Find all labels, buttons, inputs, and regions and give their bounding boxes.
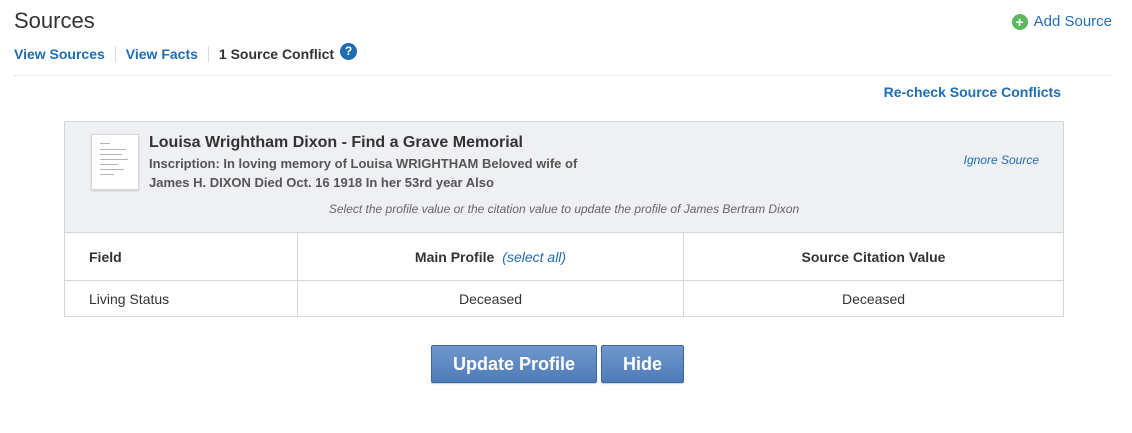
hide-button[interactable]: Hide	[601, 345, 685, 383]
header-divider	[14, 75, 1112, 76]
column-header-field: Field	[65, 233, 298, 281]
view-sources-link[interactable]: View Sources	[14, 46, 105, 62]
ignore-source-link[interactable]: Ignore Source	[964, 153, 1039, 167]
table-header-row: Field Main Profile (select all) Source Ci…	[65, 233, 1063, 281]
main-profile-value[interactable]: Deceased	[297, 280, 684, 316]
source-title[interactable]: Louisa Wrightham Dixon - Find a Grave Me…	[149, 134, 523, 152]
page-title: Sources	[14, 8, 95, 33]
question-circle-icon[interactable]: ?	[340, 42, 358, 60]
column-header-source-value: Source Citation Value	[683, 233, 1063, 281]
sources-subnav: View Sources View Facts 1 Source Conflic…	[14, 42, 358, 62]
plus-circle-icon[interactable]: +	[1011, 13, 1028, 30]
table-row: Living Status Deceased Deceased	[65, 280, 1064, 317]
conflict-table: Field Main Profile (select all) Source Ci…	[65, 233, 1063, 316]
update-profile-button[interactable]: Update Profile	[431, 345, 598, 383]
document-thumbnail-icon[interactable]	[91, 134, 139, 190]
column-header-main-profile: Main Profile (select all)	[297, 233, 684, 281]
source-inscription: Inscription: In loving memory of Louisa …	[149, 156, 578, 190]
nav-divider	[114, 46, 116, 62]
add-source-button[interactable]: + Add Source	[1011, 13, 1112, 30]
field-cell: Living Status	[65, 280, 298, 316]
action-buttons: Update Profile Hide	[431, 345, 685, 383]
source-conflict-panel: Louisa Wrightham Dixon - Find a Grave Me…	[64, 121, 1064, 317]
source-citation-value[interactable]: Deceased	[684, 281, 1064, 317]
select-all-link[interactable]: (select all)	[502, 249, 566, 265]
update-instruction: Select the profile value or the citation…	[328, 202, 800, 216]
source-conflict-count: 1 Source Conflict	[218, 46, 335, 62]
source-header: Louisa Wrightham Dixon - Find a Grave Me…	[65, 122, 1063, 233]
view-facts-link[interactable]: View Facts	[126, 46, 198, 62]
main-profile-label: Main Profile	[414, 248, 495, 265]
nav-divider	[207, 46, 209, 62]
recheck-conflicts-link[interactable]: Re-check Source Conflicts	[884, 84, 1061, 100]
add-source-label[interactable]: Add Source	[1034, 13, 1112, 30]
